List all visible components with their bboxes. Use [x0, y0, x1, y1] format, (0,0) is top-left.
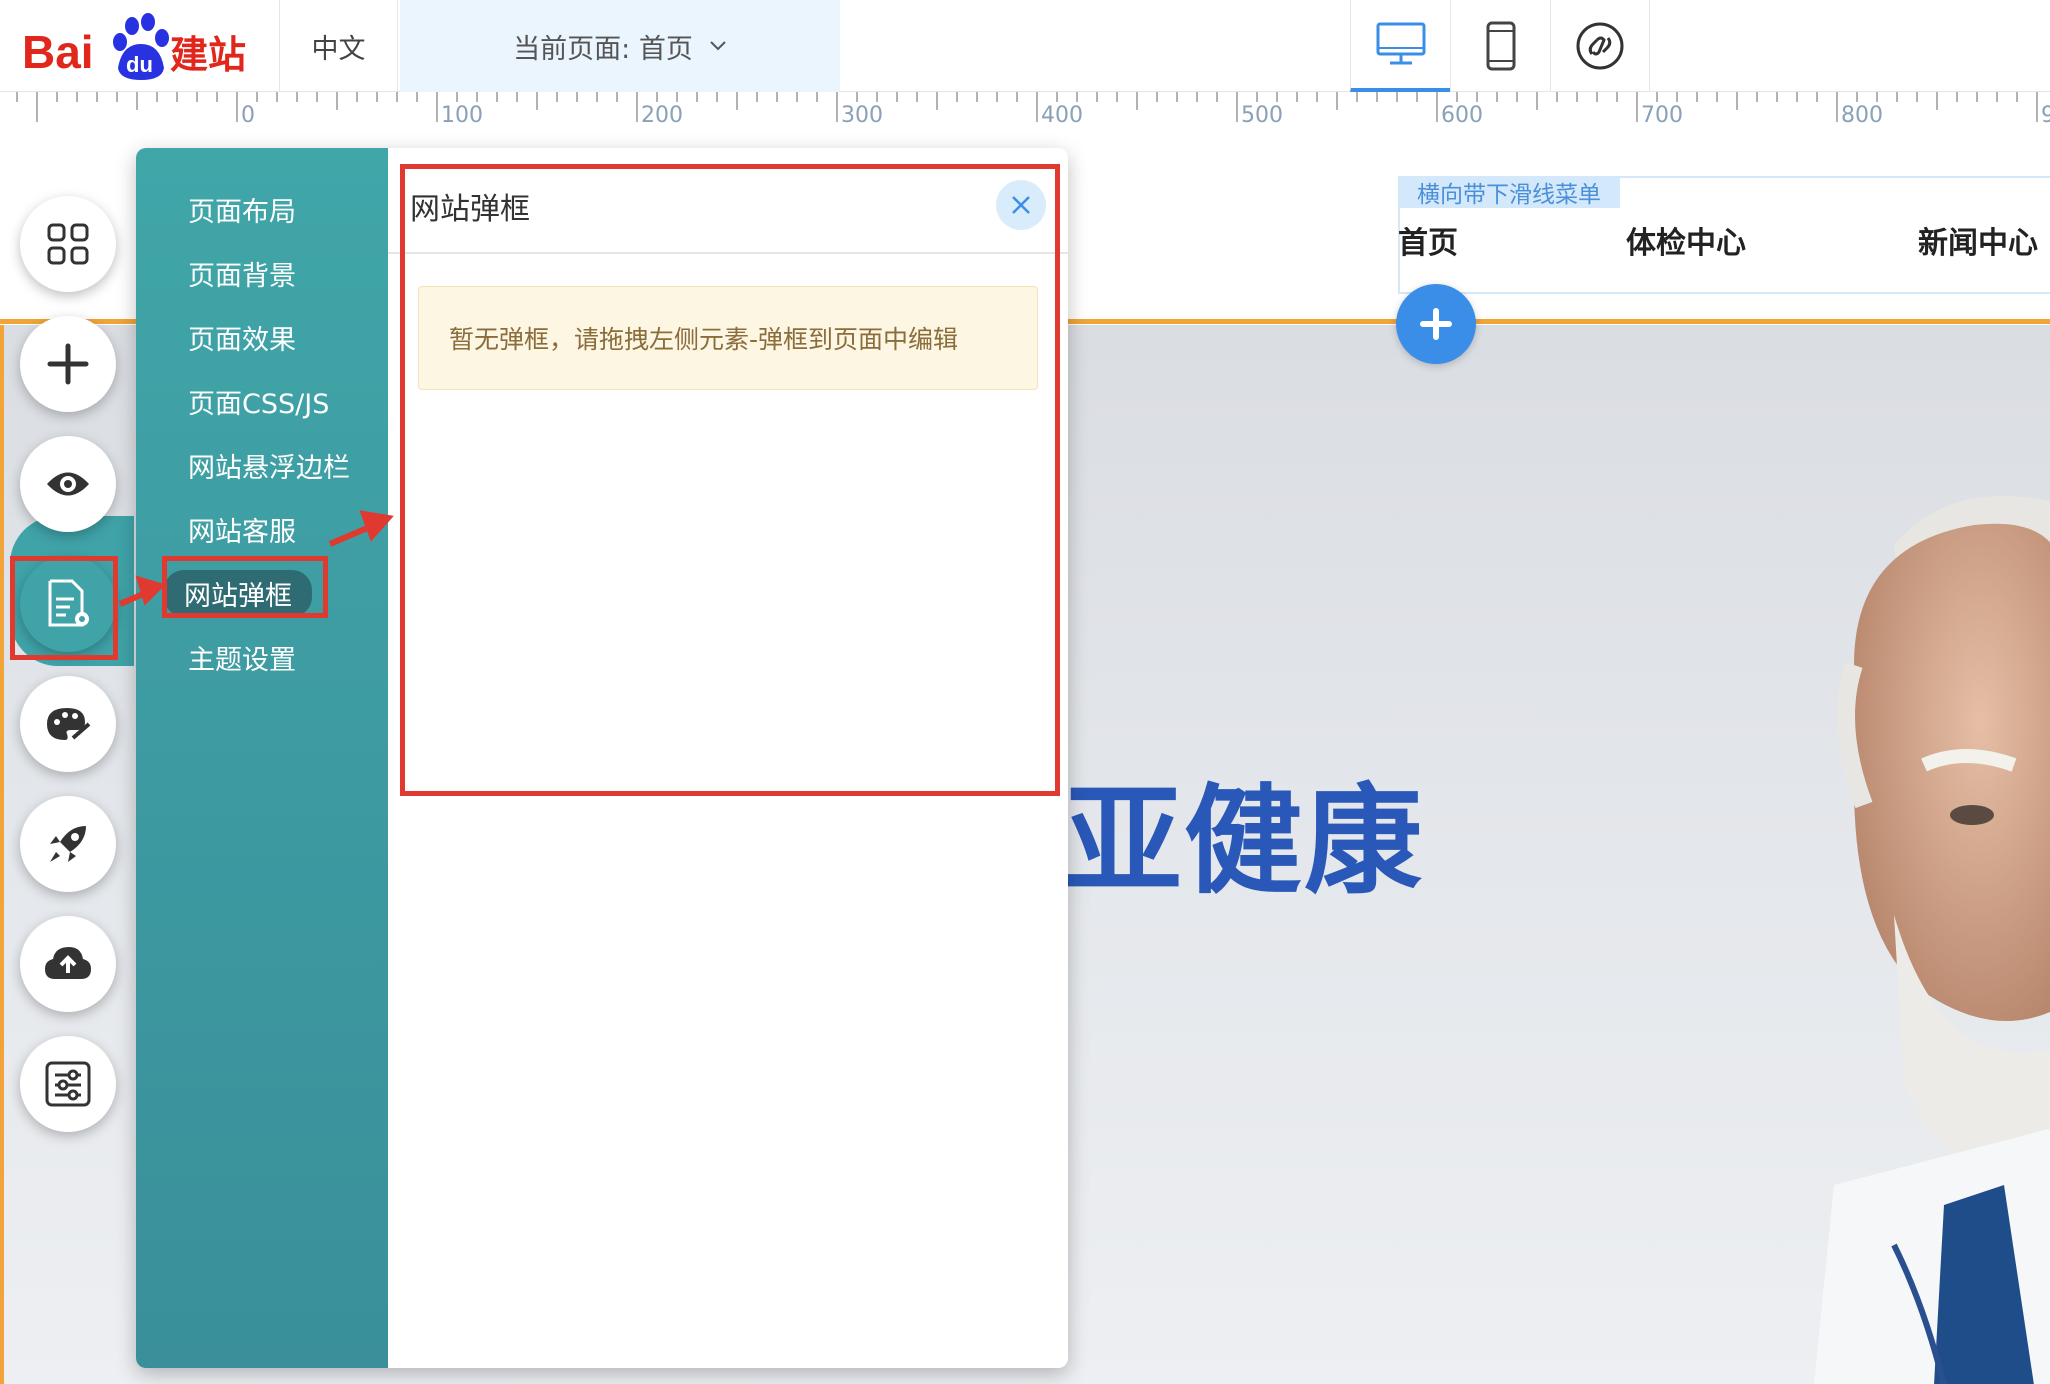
arrow-head-icon: [135, 575, 166, 606]
annotation-arrows: [118, 510, 394, 607]
arrow-head-icon: [359, 510, 394, 542]
